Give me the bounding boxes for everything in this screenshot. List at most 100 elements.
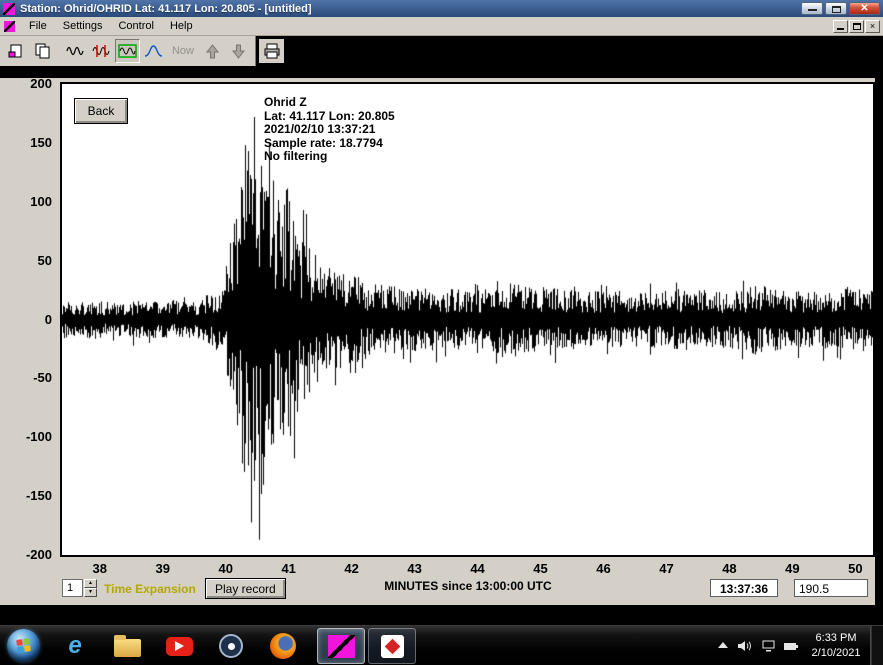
taskbar: e 6:33 PM 2/10/2021 bbox=[0, 625, 883, 665]
y-tick-label: 200 bbox=[4, 76, 52, 92]
clock-date: 2/10/2021 bbox=[806, 646, 866, 661]
y-tick-label: 100 bbox=[4, 194, 52, 210]
menu-item-settings[interactable]: Settings bbox=[55, 18, 111, 34]
taskbar-clock[interactable]: 6:33 PM 2/10/2021 bbox=[806, 631, 866, 661]
y-tick-label: -200 bbox=[4, 547, 52, 563]
x-tick-label: 40 bbox=[209, 561, 243, 576]
app-icon[interactable] bbox=[3, 3, 15, 15]
filter-icon bbox=[144, 44, 163, 58]
seismogram-canvas[interactable] bbox=[62, 84, 873, 555]
copy-button[interactable] bbox=[30, 39, 55, 63]
trace-coordinates: Lat: 41.117 Lon: 20.805 bbox=[264, 110, 395, 124]
youtube-play-icon bbox=[166, 637, 193, 656]
show-hidden-icons-button[interactable] bbox=[718, 642, 728, 648]
scroll-down-icon bbox=[232, 44, 245, 59]
youtube-button[interactable] bbox=[162, 631, 196, 661]
titlebar: Station: Ohrid/OHRID Lat: 41.117 Lon: 20… bbox=[0, 0, 883, 17]
windows-logo-icon bbox=[16, 638, 31, 653]
filter-button[interactable] bbox=[141, 39, 166, 63]
waveform-icon bbox=[66, 44, 85, 58]
maximize-button[interactable] bbox=[825, 2, 847, 15]
menubar: FileSettingsControlHelp × bbox=[0, 17, 883, 36]
cursor-amplitude-display: 190.5 bbox=[794, 579, 868, 597]
y-tick-label: 50 bbox=[4, 253, 52, 269]
now-button[interactable]: Now bbox=[167, 39, 199, 63]
volume-icon[interactable] bbox=[738, 640, 752, 652]
copy-icon bbox=[34, 43, 51, 59]
time-expansion-spinner: ▲ ▼ bbox=[84, 579, 97, 597]
zoom-select-icon bbox=[118, 44, 137, 58]
extract-waveform-icon bbox=[92, 44, 111, 58]
close-button[interactable]: ✕ bbox=[849, 2, 880, 15]
y-tick-label: -100 bbox=[4, 429, 52, 445]
mdi-child-icon[interactable] bbox=[4, 21, 15, 32]
window-title: Station: Ohrid/OHRID Lat: 41.117 Lon: 20… bbox=[20, 3, 801, 15]
extract-waveform-button[interactable] bbox=[89, 39, 114, 63]
x-tick-label: 47 bbox=[649, 561, 683, 576]
x-tick-label: 44 bbox=[461, 561, 495, 576]
spinner-down-button[interactable]: ▼ bbox=[84, 588, 97, 597]
screen-recorder-button[interactable] bbox=[214, 631, 248, 661]
file-explorer-button[interactable] bbox=[110, 631, 144, 661]
trace-start-time: 2021/02/10 13:37:21 bbox=[264, 123, 395, 137]
y-tick-label: 0 bbox=[4, 312, 52, 328]
x-tick-label: 41 bbox=[272, 561, 306, 576]
seismograph-app-icon bbox=[328, 635, 355, 658]
open-file-button[interactable] bbox=[4, 39, 29, 63]
open-file-icon bbox=[8, 43, 25, 59]
red-app-button[interactable] bbox=[368, 628, 416, 664]
clock-time: 6:33 PM bbox=[806, 631, 866, 646]
menu-item-help[interactable]: Help bbox=[162, 18, 201, 34]
y-tick-label: -150 bbox=[4, 488, 52, 504]
x-tick-label: 50 bbox=[838, 561, 872, 576]
firefox-icon bbox=[270, 633, 296, 659]
firefox-button[interactable] bbox=[266, 631, 300, 661]
menu-item-file[interactable]: File bbox=[21, 18, 55, 34]
scroll-down-button[interactable] bbox=[226, 39, 251, 63]
trace-info: Ohrid Z Lat: 41.117 Lon: 20.805 2021/02/… bbox=[264, 96, 395, 164]
back-button[interactable]: Back bbox=[74, 98, 128, 124]
trace-filtering: No filtering bbox=[264, 150, 395, 164]
menu-items: FileSettingsControlHelp bbox=[21, 18, 201, 34]
print-button[interactable] bbox=[259, 39, 284, 63]
toolbar-row: Now bbox=[0, 36, 883, 66]
menu-item-control[interactable]: Control bbox=[110, 18, 161, 34]
toolbar: Now bbox=[0, 36, 256, 66]
mdi-restore-button[interactable] bbox=[849, 20, 864, 33]
desktop: Station: Ohrid/OHRID Lat: 41.117 Lon: 20… bbox=[0, 0, 883, 665]
print-icon bbox=[263, 43, 281, 59]
show-desktop-button[interactable] bbox=[870, 626, 883, 665]
start-button[interactable] bbox=[7, 629, 40, 662]
internet-explorer-icon: e bbox=[68, 633, 81, 659]
zoom-select-button[interactable] bbox=[115, 39, 140, 63]
play-record-button[interactable]: Play record bbox=[205, 578, 286, 599]
red-app-icon bbox=[381, 635, 404, 658]
plot-area[interactable] bbox=[60, 82, 875, 557]
trace-station: Ohrid Z bbox=[264, 96, 395, 110]
scroll-up-button[interactable] bbox=[200, 39, 225, 63]
spinner-up-button[interactable]: ▲ bbox=[84, 579, 97, 588]
time-expansion-label: Time Expansion bbox=[104, 582, 196, 596]
x-tick-label: 45 bbox=[524, 561, 558, 576]
time-expansion-input[interactable]: 1 bbox=[62, 579, 83, 597]
scroll-up-icon bbox=[206, 44, 219, 59]
x-tick-label: 38 bbox=[83, 561, 117, 576]
y-tick-label: -50 bbox=[4, 370, 52, 386]
network-icon[interactable] bbox=[762, 640, 776, 652]
internet-explorer-button[interactable]: e bbox=[58, 631, 92, 661]
cursor-time-display: 13:37:36 bbox=[710, 579, 778, 597]
y-tick-label: 150 bbox=[4, 135, 52, 151]
record-icon bbox=[219, 634, 243, 658]
seismograph-app-button[interactable] bbox=[317, 628, 365, 664]
x-tick-label: 43 bbox=[398, 561, 432, 576]
trace-sample-rate: Sample rate: 18.7794 bbox=[264, 137, 395, 151]
mdi-close-button[interactable]: × bbox=[865, 20, 880, 33]
battery-icon[interactable] bbox=[784, 642, 799, 651]
x-tick-label: 42 bbox=[335, 561, 369, 576]
x-tick-label: 48 bbox=[712, 561, 746, 576]
waveform-view-button[interactable] bbox=[63, 39, 88, 63]
x-tick-label: 49 bbox=[775, 561, 809, 576]
folder-icon bbox=[114, 639, 141, 657]
minimize-button[interactable] bbox=[801, 2, 823, 15]
mdi-minimize-button[interactable] bbox=[833, 20, 848, 33]
